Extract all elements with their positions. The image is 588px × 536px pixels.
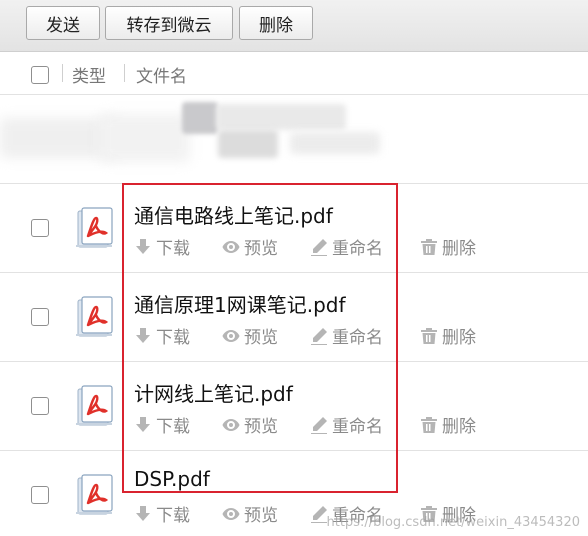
rename-action[interactable]: 重命名 bbox=[310, 323, 420, 348]
eye-icon bbox=[222, 418, 240, 431]
pdf-file-icon bbox=[76, 207, 113, 248]
file-actions: 下载 预览 重命名 删除 bbox=[134, 323, 476, 348]
pdf-file-icon bbox=[76, 385, 113, 426]
preview-label: 预览 bbox=[244, 417, 278, 437]
delete-button[interactable]: 删除 bbox=[239, 6, 313, 40]
file-checkbox[interactable] bbox=[31, 308, 49, 326]
rename-action[interactable]: 重命名 bbox=[310, 412, 420, 437]
column-filename-header[interactable]: 文件名 bbox=[136, 62, 187, 87]
download-icon bbox=[136, 416, 150, 432]
preview-label: 预览 bbox=[244, 239, 278, 259]
pencil-icon bbox=[311, 327, 327, 345]
file-list: 通信电路线上笔记.pdf 下载 预览 重命名 删除 通信原理1网课笔记.pdf … bbox=[0, 184, 588, 536]
preview-action[interactable]: 预览 bbox=[222, 501, 310, 526]
column-divider bbox=[62, 64, 63, 82]
send-button[interactable]: 发送 bbox=[26, 6, 100, 40]
preview-label: 预览 bbox=[244, 506, 278, 526]
preview-label: 预览 bbox=[244, 328, 278, 348]
download-label: 下载 bbox=[156, 239, 190, 259]
file-name[interactable]: 通信原理1网课笔记.pdf bbox=[134, 289, 346, 318]
pencil-icon bbox=[311, 238, 327, 256]
file-name[interactable]: DSP.pdf bbox=[134, 467, 210, 491]
pencil-icon bbox=[311, 505, 327, 523]
file-name[interactable]: 通信电路线上笔记.pdf bbox=[134, 200, 333, 229]
eye-icon bbox=[222, 329, 240, 342]
delete-action[interactable]: 删除 bbox=[420, 234, 476, 259]
download-label: 下载 bbox=[156, 506, 190, 526]
rename-label: 重命名 bbox=[332, 239, 383, 259]
delete-label: 删除 bbox=[442, 328, 476, 348]
file-checkbox[interactable] bbox=[31, 486, 49, 504]
file-row[interactable]: 计网线上笔记.pdf 下载 预览 重命名 删除 bbox=[0, 362, 588, 451]
toolbar: 发送 转存到微云 删除 bbox=[0, 0, 588, 52]
download-action[interactable]: 下载 bbox=[134, 323, 222, 348]
trash-icon bbox=[421, 327, 437, 344]
file-checkbox[interactable] bbox=[31, 397, 49, 415]
download-label: 下载 bbox=[156, 328, 190, 348]
download-icon bbox=[136, 327, 150, 343]
eye-icon bbox=[222, 507, 240, 520]
delete-label: 删除 bbox=[442, 417, 476, 437]
watermark: https://blog.csdn.net/weixin_43454320 bbox=[326, 515, 580, 530]
trash-icon bbox=[421, 416, 437, 433]
file-row[interactable]: 通信电路线上笔记.pdf 下载 预览 重命名 删除 bbox=[0, 184, 588, 273]
download-icon bbox=[136, 238, 150, 254]
redacted-file-row bbox=[0, 96, 588, 184]
preview-action[interactable]: 预览 bbox=[222, 412, 310, 437]
delete-action[interactable]: 删除 bbox=[420, 323, 476, 348]
select-all-checkbox[interactable] bbox=[31, 66, 49, 84]
file-checkbox[interactable] bbox=[31, 219, 49, 237]
file-actions: 下载 预览 重命名 删除 bbox=[134, 234, 476, 259]
download-action[interactable]: 下载 bbox=[134, 412, 222, 437]
file-name[interactable]: 计网线上笔记.pdf bbox=[134, 378, 293, 407]
pdf-file-icon bbox=[76, 296, 113, 337]
trash-icon bbox=[421, 238, 437, 255]
file-row[interactable]: 通信原理1网课笔记.pdf 下载 预览 重命名 删除 bbox=[0, 273, 588, 362]
save-to-cloud-button[interactable]: 转存到微云 bbox=[105, 6, 233, 40]
eye-icon bbox=[222, 240, 240, 253]
file-actions: 下载 预览 重命名 删除 bbox=[134, 412, 476, 437]
preview-action[interactable]: 预览 bbox=[222, 234, 310, 259]
download-action[interactable]: 下载 bbox=[134, 234, 222, 259]
preview-action[interactable]: 预览 bbox=[222, 323, 310, 348]
file-list-header: 类型 文件名 bbox=[0, 52, 588, 95]
pdf-file-icon bbox=[76, 474, 113, 515]
download-label: 下载 bbox=[156, 417, 190, 437]
download-action[interactable]: 下载 bbox=[134, 501, 222, 526]
rename-label: 重命名 bbox=[332, 328, 383, 348]
rename-action[interactable]: 重命名 bbox=[310, 234, 420, 259]
delete-action[interactable]: 删除 bbox=[420, 412, 476, 437]
download-icon bbox=[136, 505, 150, 521]
column-type-header: 类型 bbox=[72, 67, 106, 87]
rename-label: 重命名 bbox=[332, 417, 383, 437]
column-divider bbox=[124, 64, 125, 82]
delete-label: 删除 bbox=[442, 239, 476, 259]
pencil-icon bbox=[311, 416, 327, 434]
